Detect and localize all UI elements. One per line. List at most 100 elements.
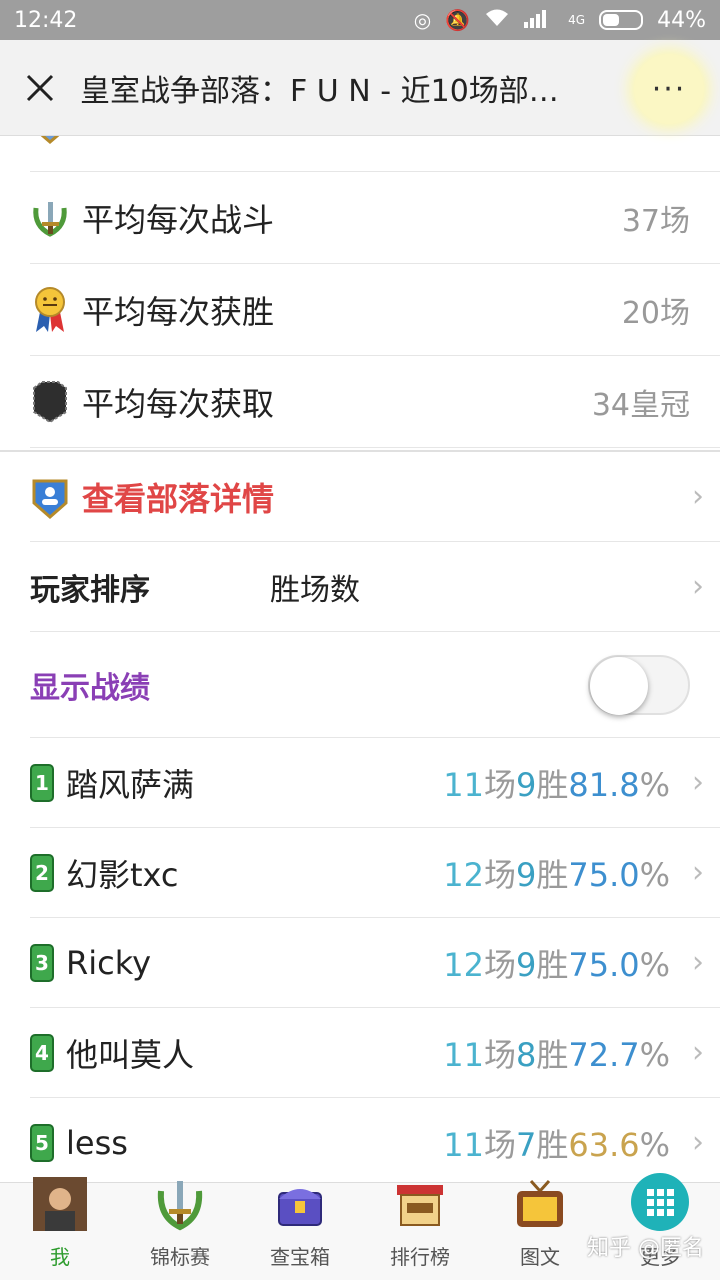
chevron-right-icon: › [692, 1035, 704, 1070]
player-stats: 12场9胜75.0% [443, 940, 670, 986]
player-row[interactable]: 2 幻影txc 12场9胜75.0% › [30, 828, 720, 918]
nav-label: 排行榜 [390, 1245, 450, 1269]
stat-row-cropped [30, 136, 720, 172]
sort-label: 玩家排序 [30, 572, 150, 608]
battery-icon [599, 10, 644, 30]
close-icon [26, 74, 54, 101]
bottom-nav: 我 锦标赛 查宝箱 排行榜 图文 更多 [0, 1173, 720, 1280]
stat-row: 平均每次战斗 37场 [30, 172, 720, 264]
nav-item[interactable]: 排行榜 [360, 1183, 480, 1280]
rank-badge: 1 [30, 763, 54, 802]
page-title: 皇室战争部落：F U N - 近10场部… [80, 73, 559, 109]
stat-label: 平均每次战斗 [82, 200, 275, 239]
nav-item[interactable]: 图文 [480, 1179, 600, 1280]
chevron-right-icon: › [692, 855, 704, 890]
player-name: 幻影txc [66, 855, 179, 894]
stat-value: 20场 [621, 295, 690, 331]
network-type: 4G [568, 13, 586, 27]
chevron-right-icon: › [692, 569, 704, 604]
player-name: 踏风萨满 [66, 765, 195, 804]
mute-bell-icon: 🔕 [445, 8, 471, 32]
sword-laurel-icon [153, 1177, 207, 1241]
wins-count: 9 [515, 855, 537, 894]
games-count: 11 [443, 1035, 484, 1074]
more-dots-icon: ··· [651, 71, 687, 107]
chevron-right-icon: › [692, 1125, 704, 1160]
clan-details-link[interactable]: 查看部落详情 › [30, 452, 720, 542]
shop-icon [393, 1177, 447, 1241]
chest-icon [273, 1177, 327, 1241]
percent-sign: % [639, 855, 670, 894]
stat-row: 平均每次获胜 20场 [30, 264, 720, 356]
wins-unit: 胜 [536, 765, 569, 804]
clan-members-icon [30, 477, 70, 519]
tv-icon [513, 1177, 567, 1241]
games-count: 11 [443, 765, 484, 804]
wins-count: 9 [515, 765, 537, 804]
sort-row[interactable]: 玩家排序 胜场数 › [30, 542, 720, 632]
percent-sign: % [639, 945, 670, 984]
more-options-button[interactable]: ··· [634, 54, 704, 124]
wins-unit: 胜 [536, 945, 569, 984]
nav-label: 我 [50, 1245, 70, 1269]
games-count: 12 [443, 945, 484, 984]
close-button[interactable] [0, 40, 80, 136]
player-stats: 11场8胜72.7% [443, 1030, 670, 1076]
battery-percent: 44% [657, 7, 706, 33]
player-row[interactable]: 5 less 11场7胜63.6% › [30, 1098, 720, 1182]
show-record-toggle[interactable] [588, 654, 690, 715]
status-time: 12:42 [14, 7, 78, 33]
sort-value: 胜场数 [270, 572, 360, 608]
nav-item[interactable]: 锦标赛 [120, 1181, 240, 1280]
stat-label: 平均每次获取 [82, 384, 275, 423]
status-bar: 12:42 ◎ 🔕 4G 44% [0, 0, 720, 40]
games-unit: 场 [483, 1125, 516, 1164]
player-name: 他叫莫人 [66, 1035, 195, 1074]
rank-badge: 3 [30, 943, 54, 982]
nav-item[interactable]: 更多 [600, 1173, 720, 1280]
show-record-label: 显示战绩 [30, 670, 150, 706]
crown-shield-icon [30, 380, 70, 423]
location-icon: ◎ [413, 8, 432, 32]
signal-icon [524, 8, 554, 33]
player-row[interactable]: 1 踏风萨满 11场9胜81.8% › [30, 738, 720, 828]
wins-unit: 胜 [536, 1125, 569, 1164]
player-row[interactable]: 4 他叫莫人 11场8胜72.7% › [30, 1008, 720, 1098]
games-count: 11 [443, 1125, 484, 1164]
win-rate: 75.0 [568, 855, 640, 894]
rank-badge: 4 [30, 1033, 54, 1072]
wins-unit: 胜 [536, 1035, 569, 1074]
player-stats: 12场9胜75.0% [443, 850, 670, 896]
sword-laurel-icon [30, 198, 70, 238]
wins-count: 7 [515, 1125, 537, 1164]
medal-icon [30, 286, 70, 332]
rank-badge: 5 [30, 1123, 54, 1162]
nav-label: 锦标赛 [150, 1245, 210, 1269]
wins-count: 8 [515, 1035, 537, 1074]
stat-value: 37场 [621, 203, 690, 239]
title-bar: 皇室战争部落：F U N - 近10场部… ··· [0, 40, 720, 136]
percent-sign: % [639, 1035, 670, 1074]
nav-item[interactable]: 查宝箱 [240, 1183, 360, 1280]
player-row[interactable]: 3 Ricky 12场9胜75.0% › [30, 918, 720, 1008]
show-record-row: 显示战绩 [30, 632, 720, 738]
status-icons: ◎ 🔕 4G 44% [414, 8, 706, 33]
shield-icon [30, 136, 70, 144]
player-name: Ricky [66, 943, 152, 982]
chevron-right-icon: › [692, 945, 704, 980]
games-count: 12 [443, 855, 484, 894]
stat-row: 平均每次获取 34皇冠 [30, 356, 720, 448]
content[interactable]: 平均每次战斗 37场 平均每次获胜 20场 平均每次获取 34皇冠 查看部落详情 › 玩家… [0, 136, 720, 1182]
win-rate: 81.8 [568, 765, 640, 804]
percent-sign: % [639, 1125, 670, 1164]
chevron-right-icon: › [692, 479, 704, 514]
player-stats: 11场7胜63.6% [443, 1120, 670, 1166]
toggle-knob [590, 656, 648, 715]
wifi-icon [484, 8, 510, 33]
chevron-right-icon: › [692, 765, 704, 800]
nav-item[interactable]: 我 [0, 1177, 120, 1280]
rank-badge: 2 [30, 853, 54, 892]
nav-label: 更多 [640, 1245, 680, 1269]
clan-details-label: 查看部落详情 [82, 479, 275, 518]
percent-sign: % [639, 765, 670, 804]
